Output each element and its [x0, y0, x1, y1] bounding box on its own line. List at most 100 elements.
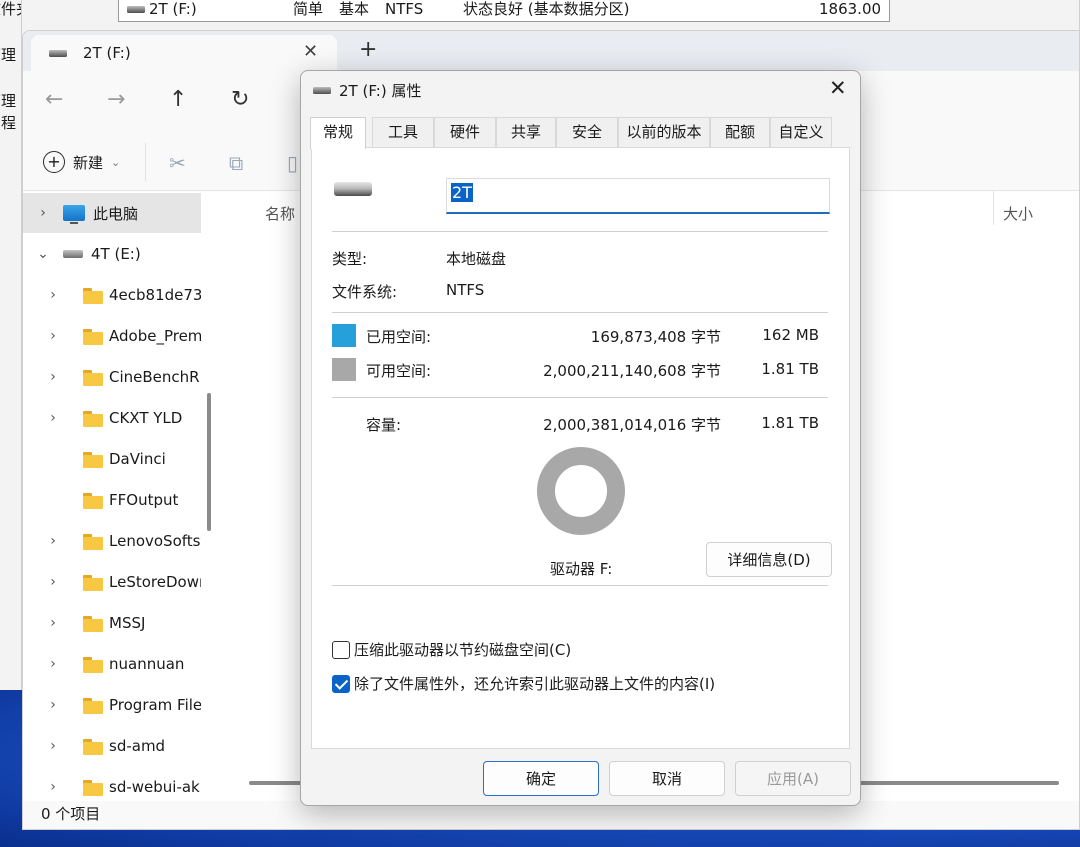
folder-icon [83, 738, 103, 755]
back-arrow-icon[interactable]: ← [45, 87, 63, 112]
volume-row[interactable]: 2T (F:) 简单 基本 NTFS 状态良好 (基本数据分区) 1863.00 [118, 0, 890, 22]
capacity-size: 1.81 TB [761, 414, 819, 432]
nav-tree-label: Adobe_Premi [109, 327, 201, 345]
drive-icon [49, 50, 67, 57]
nav-tree-label: LeStoreDownl [109, 573, 201, 591]
folder-icon [83, 615, 103, 632]
sidebar-fragment: 管理 [0, 46, 17, 64]
nav-tree-item[interactable]: DaVinci [23, 439, 201, 479]
volume-name-input[interactable]: 2T [446, 178, 830, 214]
free-space-bytes: 2,000,211,140,608 字节 [543, 362, 721, 380]
apply-button[interactable]: 应用(A) [735, 761, 851, 796]
chevron-right-icon[interactable]: › [23, 656, 83, 672]
nav-tree-item[interactable]: › Adobe_Premi [23, 316, 201, 356]
compress-checkbox[interactable] [332, 641, 350, 659]
filesystem-value: NTFS [446, 281, 485, 299]
nav-tree-item[interactable]: › CKXT YLD [23, 398, 201, 438]
used-space-bytes: 169,873,408 字节 [590, 328, 721, 346]
drive-icon [313, 87, 331, 94]
explorer-titlebar: 2T (F:) ✕ + [23, 31, 1079, 71]
chevron-right-icon[interactable]: › [23, 369, 83, 385]
chevron-right-icon[interactable]: › [23, 615, 83, 631]
cancel-button[interactable]: 取消 [609, 761, 725, 796]
explorer-tab[interactable]: 2T (F:) ✕ [31, 35, 337, 71]
chevron-right-icon[interactable]: › [23, 410, 83, 426]
divider [332, 312, 828, 313]
tab-general[interactable]: 常规 [310, 117, 366, 149]
nav-tree-item[interactable]: › CineBenchR1 [23, 357, 201, 397]
tab-sharing[interactable]: 共享 [496, 117, 556, 147]
tab-previous-versions[interactable]: 以前的版本 [618, 117, 710, 147]
chevron-right-icon[interactable]: › [23, 205, 63, 221]
tab-customize[interactable]: 自定义 [770, 117, 832, 147]
compress-label[interactable]: 压缩此驱动器以节约磁盘空间(C) [354, 639, 571, 660]
capacity-bytes: 2,000,381,014,016 字节 [543, 416, 721, 434]
nav-tree-item[interactable]: › 此电脑 [23, 193, 201, 233]
tab-security[interactable]: 安全 [556, 117, 618, 147]
index-label[interactable]: 除了文件属性外，还允许索引此驱动器上文件的内容(I) [354, 673, 715, 694]
new-tab-icon[interactable]: + [359, 37, 377, 62]
up-arrow-icon[interactable]: ↑ [169, 87, 187, 112]
column-header-name[interactable]: 名称 [265, 203, 295, 224]
disk-usage-donut [537, 447, 625, 535]
copy-icon[interactable]: ⧉ [229, 151, 243, 175]
nav-tree-label: nuannuan [109, 655, 185, 673]
chevron-right-icon[interactable]: › [23, 574, 83, 590]
filesystem-label: 文件系统: [332, 283, 398, 301]
chevron-right-icon[interactable]: › [23, 533, 83, 549]
nav-tree-item[interactable]: › LenovoSoftst [23, 521, 201, 561]
paste-icon[interactable]: ▯ [287, 151, 298, 175]
general-tab-panel: 2T 类型: 本地磁盘 文件系统: NTFS 已用空间: 169,873,408… [311, 147, 850, 749]
close-icon[interactable]: ✕ [829, 76, 847, 100]
drive-letter-label: 驱动器 F: [550, 560, 613, 578]
volume-capacity: 1863.00 [819, 0, 882, 18]
tab-tools[interactable]: 工具 [372, 117, 434, 147]
drive-icon [63, 250, 83, 258]
folder-icon [83, 697, 103, 714]
nav-tree-item[interactable]: › MSSJ [23, 603, 201, 643]
new-button[interactable]: + 新建 ⌄ [43, 151, 120, 173]
nav-tree-label: CineBenchR1 [109, 368, 201, 386]
index-checkbox[interactable] [332, 675, 350, 693]
nav-tree-item[interactable]: › sd-amd [23, 726, 201, 766]
forward-arrow-icon[interactable]: → [107, 87, 125, 112]
nav-tree-label: Program Files [109, 696, 201, 714]
nav-tree-item[interactable]: FFOutput [23, 480, 201, 520]
nav-tree-item[interactable]: › 4ecb81de73a [23, 275, 201, 315]
free-space-size: 1.81 TB [761, 360, 819, 378]
nav-tree-item[interactable]: › nuannuan [23, 644, 201, 684]
folder-icon [83, 328, 103, 345]
folder-icon [83, 574, 103, 591]
hard-drive-icon [334, 182, 372, 196]
nav-tree-label: MSSJ [109, 614, 146, 632]
nav-tree-label: FFOutput [109, 491, 179, 509]
chevron-right-icon[interactable]: › [23, 779, 83, 795]
folder-icon [83, 656, 103, 673]
column-divider[interactable] [993, 191, 994, 225]
chevron-right-icon[interactable]: › [23, 287, 83, 303]
sidebar-fragment: 用程 [0, 114, 17, 132]
divider [332, 397, 828, 398]
close-tab-icon[interactable]: ✕ [303, 41, 318, 62]
free-space-label: 可用空间: [366, 362, 432, 380]
details-button[interactable]: 详细信息(D) [706, 542, 832, 577]
column-header-size[interactable]: 大小 [1003, 203, 1033, 224]
chevron-right-icon[interactable]: › [23, 738, 83, 754]
volume-name-text: 2T [451, 183, 473, 202]
chevron-down-icon[interactable]: ⌄ [23, 246, 63, 262]
cut-icon[interactable]: ✂ [169, 151, 186, 175]
capacity-label: 容量: [366, 416, 402, 434]
tab-quota[interactable]: 配额 [710, 117, 770, 147]
sidebar-fragment: 文件夹 [0, 0, 21, 18]
volume-type: 基本 [339, 0, 370, 18]
nav-tree-item[interactable]: › LeStoreDownl [23, 562, 201, 602]
chevron-right-icon[interactable]: › [23, 328, 83, 344]
nav-tree-item[interactable]: › Program Files [23, 685, 201, 725]
nav-tree-item[interactable]: ⌄ 4T (E:) [23, 234, 201, 274]
tab-hardware[interactable]: 硬件 [434, 117, 496, 147]
navigation-scrollbar[interactable] [207, 393, 211, 531]
chevron-right-icon[interactable]: › [23, 697, 83, 713]
new-button-label: 新建 [73, 153, 104, 172]
ok-button[interactable]: 确定 [483, 761, 599, 796]
refresh-icon[interactable]: ↻ [231, 87, 249, 112]
